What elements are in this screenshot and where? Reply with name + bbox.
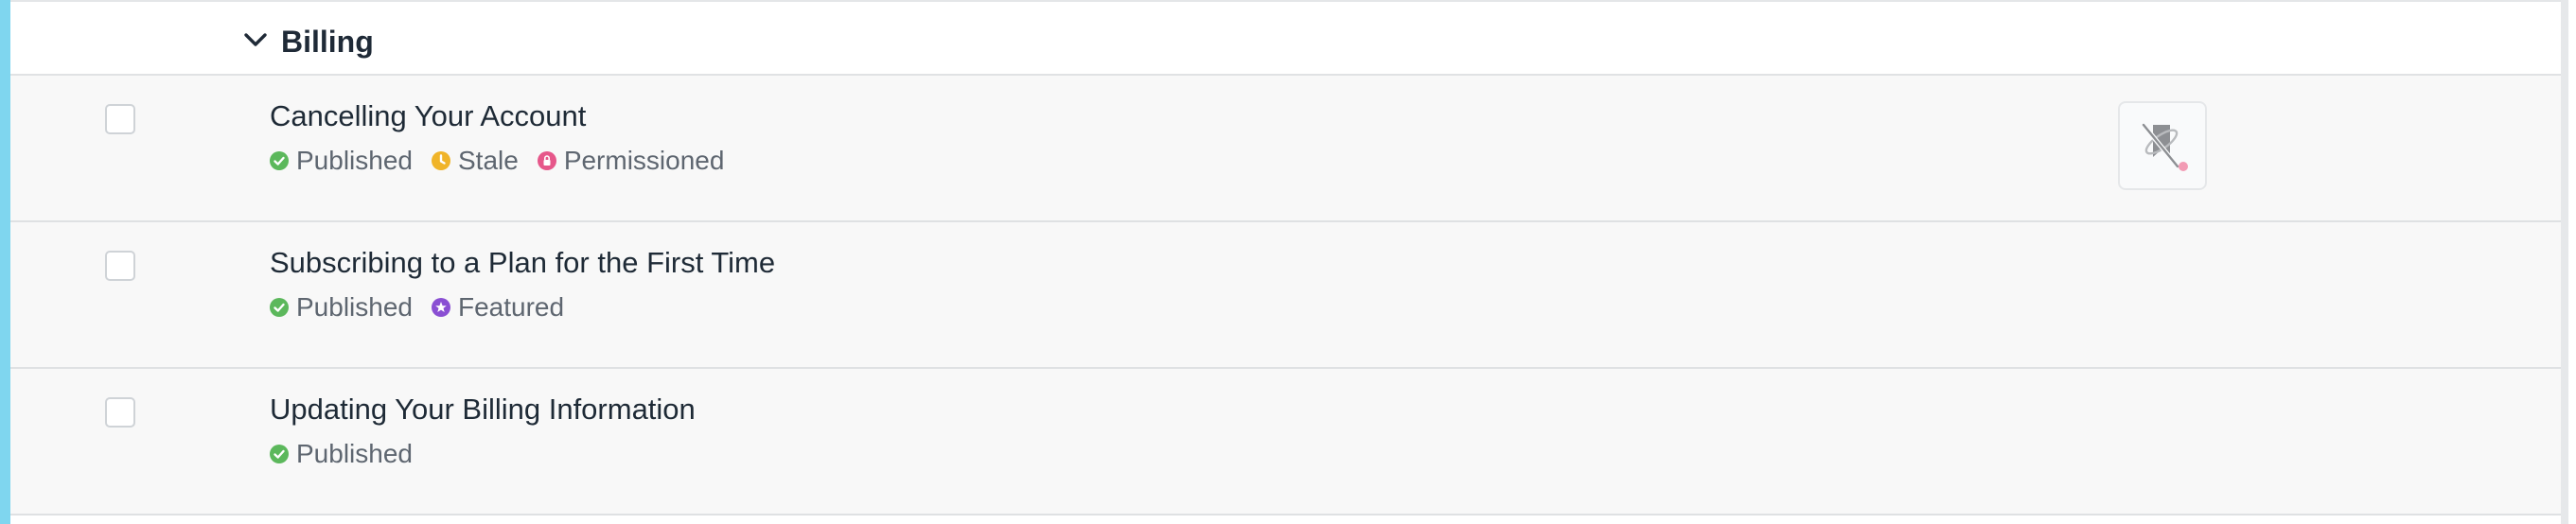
row-select-checkbox[interactable] — [105, 104, 135, 134]
check-circle-icon — [270, 298, 289, 317]
status-badges: Published Stale Permissioned — [270, 148, 724, 174]
status-badge: Featured — [431, 292, 565, 322]
article-title[interactable]: Cancelling Your Account — [270, 101, 586, 131]
status-badge: Published — [270, 148, 413, 174]
article-row: Updating Your Billing Information Publis… — [10, 369, 2568, 515]
status-label: Permissioned — [563, 146, 725, 175]
check-circle-icon — [270, 445, 289, 463]
article-rows: Cancelling Your Account Published Stale — [10, 76, 2568, 515]
section-header-billing[interactable]: Billing — [10, 0, 2568, 76]
status-badge: Published — [270, 441, 413, 467]
status-label: Featured — [457, 292, 565, 322]
article-row: Subscribing to a Plan for the First Time… — [10, 222, 2568, 369]
status-badges: Published Featured — [270, 294, 564, 321]
check-circle-icon — [270, 151, 289, 170]
status-label: Stale — [457, 146, 519, 175]
status-label: Published — [296, 439, 413, 468]
section-title: Billing — [281, 25, 374, 59]
star-circle-icon — [431, 298, 450, 317]
status-badges: Published — [270, 441, 413, 467]
row-select-checkbox[interactable] — [105, 397, 135, 428]
status-badge: Permissioned — [537, 146, 725, 175]
status-label: Published — [296, 292, 413, 322]
panel-right-border — [2561, 0, 2568, 524]
selection-accent-bar — [0, 0, 10, 524]
row-select-checkbox[interactable] — [105, 251, 135, 281]
article-title[interactable]: Updating Your Billing Information — [270, 394, 696, 424]
article-list-panel: Billing Cancelling Your Account Publishe… — [0, 0, 2568, 524]
chevron-down-icon[interactable] — [243, 32, 268, 47]
status-badge: Stale — [431, 146, 519, 175]
status-badge: Published — [270, 294, 413, 321]
article-row: Cancelling Your Account Published Stale — [10, 76, 2568, 222]
unpin-button[interactable] — [2118, 101, 2207, 190]
lock-circle-icon — [537, 151, 556, 170]
stale-clock-icon — [431, 151, 450, 170]
article-title[interactable]: Subscribing to a Plan for the First Time — [270, 248, 775, 277]
status-label: Published — [296, 146, 413, 175]
unpin-icon — [2142, 123, 2188, 171]
